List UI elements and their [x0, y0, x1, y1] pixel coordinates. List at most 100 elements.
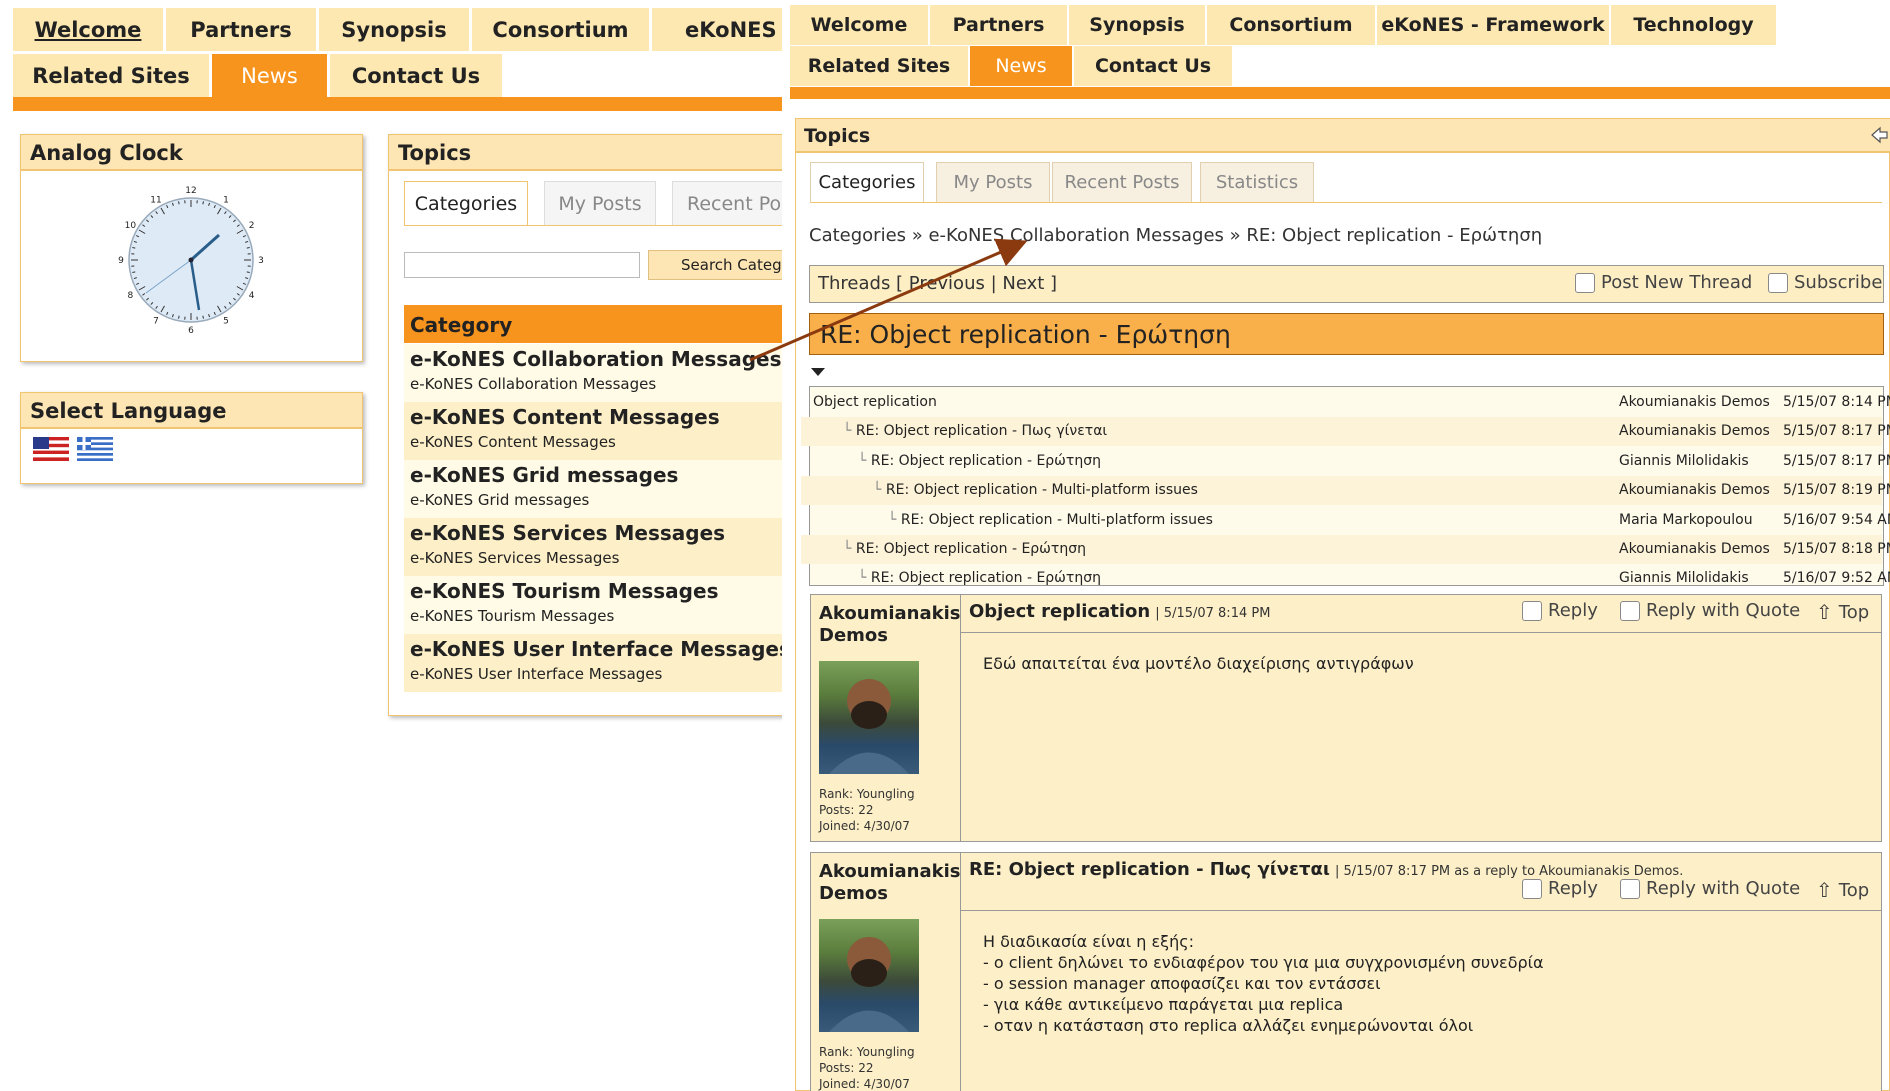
category-title[interactable]: e-KoNES Collaboration Messages — [410, 347, 782, 371]
top-button[interactable]: ⇧ Top — [1816, 878, 1869, 902]
tab-statistics[interactable]: Statistics — [1200, 162, 1314, 202]
category-row[interactable]: e-KoNES Tourism Messages e-KoNES Tourism… — [404, 576, 782, 634]
nav-contact-us[interactable]: Contact Us — [330, 54, 502, 97]
reply-icon — [1522, 878, 1542, 899]
nav-welcome[interactable]: Welcome — [790, 5, 928, 45]
category-title[interactable]: e-KoNES Services Messages — [410, 521, 782, 545]
thread-author: Giannis Milolidakis — [1619, 570, 1749, 587]
reply-quote-icon — [1620, 878, 1640, 899]
tab-recent-posts[interactable]: Recent Posts — [1052, 162, 1192, 202]
post-date: | 5/15/07 8:14 PM — [1155, 606, 1271, 621]
right-screenshot: Welcome Partners Synopsis Consortium eKo… — [790, 0, 1890, 1091]
tab-my-posts[interactable]: My Posts — [936, 162, 1050, 202]
tab-my-posts[interactable]: My Posts — [544, 181, 656, 225]
nav-contact-us[interactable]: Contact Us — [1074, 46, 1232, 86]
thread-subject[interactable]: └ RE: Object replication - Ερώτηση — [843, 541, 1086, 557]
up-arrow-icon: ⇧ — [1816, 600, 1833, 624]
expand-triangle-icon[interactable] — [810, 367, 826, 377]
nav-underline-bar — [13, 97, 782, 111]
nav-consortium[interactable]: Consortium — [472, 8, 649, 51]
author-posts: Posts: 22 — [819, 1061, 874, 1075]
category-row[interactable]: e-KoNES Grid messages e-KoNES Grid messa… — [404, 460, 782, 518]
author-joined: Joined: 4/30/07 — [819, 1077, 910, 1091]
analog-clock: 121234567891011 — [118, 186, 264, 336]
tab-divider — [404, 225, 782, 226]
thread-time: 5/15/07 8:17 PM — [1783, 423, 1890, 440]
reply-button[interactable]: Reply — [1522, 878, 1598, 899]
panel-title: Select Language — [21, 393, 362, 429]
thread-tree-row[interactable]: └ RE: Object replication - Πως γίνεται Ak… — [801, 417, 1890, 447]
thread-tree-row[interactable]: Object replication Akoumianakis Demos 5/15… — [801, 388, 1890, 417]
clock-number: 8 — [128, 291, 134, 301]
category-row[interactable]: e-KoNES Collaboration Messages e-KoNES C… — [404, 344, 782, 402]
post-body-line: - οταν η κατάσταση στο replica αλλάζει ε… — [983, 1016, 1474, 1035]
category-row[interactable]: e-KoNES Content Messages e-KoNES Content… — [404, 402, 782, 460]
thread-tree-row[interactable]: └ RE: Object replication - Ερώτηση Akoumi… — [801, 535, 1890, 564]
nav-consortium[interactable]: Consortium — [1207, 5, 1375, 45]
top-button[interactable]: ⇧ Top — [1816, 600, 1869, 624]
new-thread-icon — [1575, 272, 1595, 293]
author-name[interactable]: Demos — [819, 625, 952, 647]
category-title[interactable]: e-KoNES User Interface Messages — [410, 637, 782, 661]
category-row[interactable]: e-KoNES User Interface Messages e-KoNES … — [404, 634, 782, 692]
clock-tick — [246, 271, 250, 273]
thread-tree-row[interactable]: └ RE: Object replication - Multi-platfor… — [801, 506, 1890, 535]
subscribe-label: Subscribe — [1794, 272, 1883, 293]
thread-subject[interactable]: Object replication — [813, 394, 937, 410]
tab-categories[interactable]: Categories — [810, 162, 924, 202]
threads-nav[interactable]: Threads [ Previous | Next ] — [818, 273, 1057, 294]
nav-partners[interactable]: Partners — [166, 8, 316, 51]
clock-number: 9 — [118, 256, 124, 266]
nav-related-sites[interactable]: Related Sites — [790, 46, 968, 86]
reply-with-quote-button[interactable]: Reply with Quote — [1620, 878, 1800, 899]
post-body-line: - ο session manager αποφασίζει και τον ε… — [983, 974, 1381, 993]
nav-synopsis[interactable]: Synopsis — [319, 8, 469, 51]
clock-tick — [132, 271, 136, 273]
thread-tree-row[interactable]: └ RE: Object replication - Ερώτηση Gianni… — [801, 564, 1890, 593]
tab-recent-posts[interactable]: Recent Po — [672, 181, 782, 225]
post-title[interactable]: RE: Object replication - Πως γίνεται — [969, 859, 1330, 880]
thread-tree-row[interactable]: └ RE: Object replication - Multi-platfor… — [801, 476, 1890, 506]
thread-subject[interactable]: └ RE: Object replication - Ερώτηση — [858, 570, 1101, 586]
category-title[interactable]: e-KoNES Grid messages — [410, 463, 782, 487]
collapse-arrow-icon[interactable] — [1870, 126, 1888, 144]
search-categories-button[interactable]: Search Categ — [648, 250, 782, 280]
thread-subject[interactable]: └ RE: Object replication - Multi-platfor… — [888, 512, 1213, 528]
post-body: Εδώ απαιτείται ένα μοντέλο διαχείρισης α… — [961, 633, 1881, 841]
thread-subject[interactable]: └ RE: Object replication - Multi-platfor… — [873, 482, 1198, 498]
subscribe-button[interactable]: Subscribe — [1768, 272, 1882, 293]
thread-subject[interactable]: └ RE: Object replication - Ερώτηση — [858, 453, 1101, 469]
nav-synopsis[interactable]: Synopsis — [1069, 5, 1205, 45]
nav-technology[interactable]: Technology — [1611, 5, 1776, 45]
nav-ekones-framework[interactable]: eKoNES - Framework — [1377, 5, 1609, 45]
post-new-thread-button[interactable]: Post New Thread — [1575, 272, 1752, 293]
category-title[interactable]: e-KoNES Tourism Messages — [410, 579, 782, 603]
nav-welcome[interactable]: Welcome — [13, 8, 163, 51]
author-name[interactable]: Akoumianakis — [819, 603, 961, 625]
greek-flag-icon[interactable] — [77, 437, 113, 461]
nav-news[interactable]: News — [970, 46, 1072, 86]
nav-related-sites[interactable]: Related Sites — [13, 54, 209, 97]
category-search-input[interactable] — [404, 252, 640, 278]
top-label: Top — [1838, 879, 1870, 901]
breadcrumb[interactable]: Categories » e-KoNES Collaboration Messa… — [809, 225, 1542, 246]
tab-divider — [810, 202, 1882, 203]
category-title[interactable]: e-KoNES Content Messages — [410, 405, 782, 429]
us-flag-icon[interactable] — [33, 437, 69, 461]
nav-partners[interactable]: Partners — [930, 5, 1067, 45]
category-row[interactable]: e-KoNES Services Messages e-KoNES Servic… — [404, 518, 782, 576]
category-desc: e-KoNES Grid messages — [410, 491, 590, 509]
reply-with-quote-button[interactable]: Reply with Quote — [1620, 600, 1800, 621]
post-user: Akoumianakis Demos Rank: Youngling Posts… — [811, 595, 961, 841]
tab-categories[interactable]: Categories — [404, 181, 528, 225]
reply-icon — [1522, 600, 1542, 621]
post-title[interactable]: Object replication — [969, 601, 1150, 622]
thread-subject[interactable]: └ RE: Object replication - Πως γίνεται — [843, 423, 1107, 439]
reply-button[interactable]: Reply — [1522, 600, 1598, 621]
nav-ekones-framework[interactable]: eKoNES - I — [652, 8, 782, 51]
nav-news[interactable]: News — [212, 54, 327, 97]
author-name[interactable]: Akoumianakis — [819, 861, 961, 883]
thread-tree-row[interactable]: └ RE: Object replication - Ερώτηση Gianni… — [801, 447, 1890, 476]
thread-author: Akoumianakis Demos — [1619, 541, 1770, 557]
author-name[interactable]: Demos — [819, 883, 952, 905]
